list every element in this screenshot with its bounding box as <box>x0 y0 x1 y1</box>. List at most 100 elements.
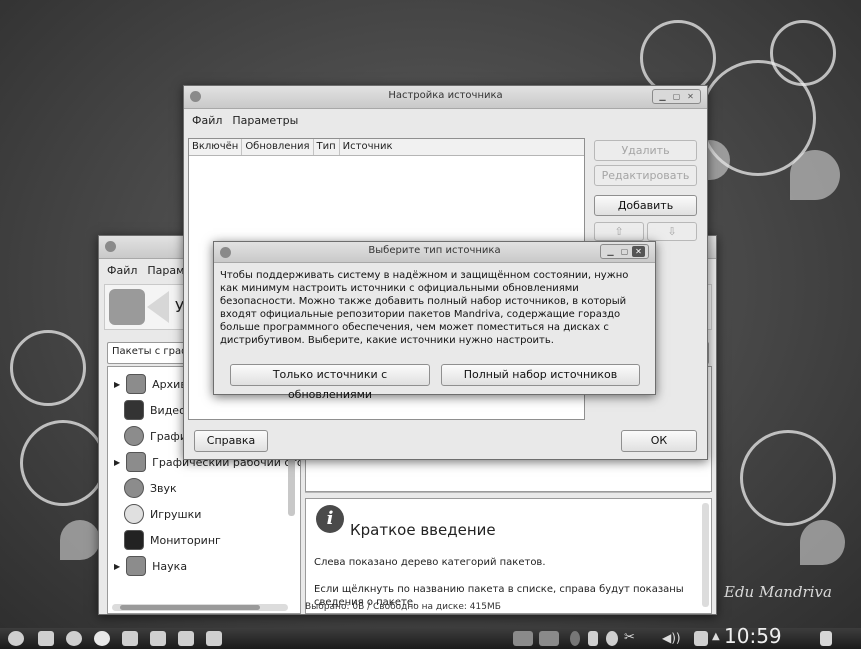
status-bar: Выбрано: 0Б / Свободно на диске: 415МБ <box>305 602 501 612</box>
info-tray-icon[interactable] <box>606 631 618 646</box>
source-config-title: Настройка источника <box>388 90 503 101</box>
floral-ornament <box>60 520 100 560</box>
delete-button[interactable]: Удалить <box>594 140 697 161</box>
tree-item-science[interactable]: ▶ Наука <box>114 553 187 579</box>
tree-horizontal-scrollbar[interactable] <box>112 604 288 611</box>
menu-params[interactable]: Параметры <box>232 114 298 127</box>
file-manager-icon[interactable] <box>38 631 54 646</box>
clock[interactable]: 10:59 <box>724 624 782 648</box>
minimize-icon[interactable]: ▁ <box>604 246 617 257</box>
package-icon[interactable] <box>206 631 222 646</box>
tray-arrow-icon[interactable]: ▲ <box>712 631 720 642</box>
dialog-title: Выберите тип источника <box>368 245 501 256</box>
add-button[interactable]: Добавить <box>594 195 697 216</box>
source-list-header: Включён Обновления Тип Источник <box>189 139 584 156</box>
expander-icon[interactable]: ▶ <box>114 380 120 389</box>
intro-line-1: Слева показано дерево категорий пакетов. <box>314 557 546 568</box>
info-vertical-scrollbar[interactable] <box>702 503 709 607</box>
chat-icon[interactable] <box>94 631 110 646</box>
move-up-button[interactable]: ⇧ <box>594 222 644 241</box>
media-player-icon[interactable] <box>150 631 166 646</box>
browser-icon[interactable] <box>66 631 82 646</box>
full-set-button[interactable]: Полный набор источников <box>441 364 640 386</box>
info-panel: i Краткое введение Слева показано дерево… <box>305 498 712 614</box>
palette-icon <box>124 426 144 446</box>
floral-ornament <box>800 520 845 565</box>
network-icon[interactable] <box>694 631 708 646</box>
floral-ornament <box>10 330 86 406</box>
column-source[interactable]: Источник <box>340 139 584 155</box>
speaker-icon <box>124 478 144 498</box>
menu-file[interactable]: Файл <box>107 264 137 277</box>
back-arrow-icon[interactable] <box>147 291 169 323</box>
expander-icon[interactable]: ▶ <box>114 458 120 467</box>
tree-item-sound[interactable]: Звук <box>124 475 177 501</box>
desktop-graphics-icon <box>126 452 147 472</box>
ok-button[interactable]: ОК <box>621 430 697 452</box>
start-menu-icon[interactable] <box>8 631 24 646</box>
tree-item-label: Звук <box>150 481 177 495</box>
tree-item-archive[interactable]: ▶ Архив <box>114 371 187 397</box>
expander-icon[interactable]: ▶ <box>114 562 120 571</box>
maximize-icon[interactable]: ▢ <box>670 91 683 102</box>
tree-item-label: Архив <box>152 377 187 391</box>
help-button[interactable]: Справка <box>194 430 268 452</box>
maximize-icon[interactable]: ▢ <box>618 246 631 257</box>
updates-only-button[interactable]: Только источники с обновлениями <box>230 364 430 401</box>
tree-item-toys[interactable]: Игрушки <box>124 501 201 527</box>
source-config-menubar: Файл Параметры <box>184 109 707 131</box>
floral-ornament <box>740 430 836 526</box>
tree-vertical-scrollbar[interactable] <box>288 456 295 516</box>
tree-item-label: Видео <box>150 403 186 417</box>
task-window-icon[interactable] <box>513 631 533 646</box>
tree-item-label: Игрушки <box>150 507 202 521</box>
pane-splitter[interactable] <box>305 492 710 497</box>
scrollbar-thumb[interactable] <box>120 605 260 610</box>
film-icon <box>124 400 144 420</box>
task-window-icon[interactable] <box>539 631 559 646</box>
scissors-icon[interactable]: ✂ <box>624 630 635 645</box>
science-icon <box>126 556 147 576</box>
close-icon[interactable]: ✕ <box>632 246 645 257</box>
taskbar: ✂ ◀)) ▲ 10:59 <box>0 624 861 649</box>
move-down-button[interactable]: ⇩ <box>647 222 697 241</box>
menu-file[interactable]: Файл <box>192 114 222 127</box>
smiley-icon <box>124 504 144 524</box>
hardware-icon[interactable] <box>588 631 598 646</box>
floral-ornament <box>790 150 840 200</box>
monitor-icon <box>124 530 144 550</box>
tree-item-label: Наука <box>152 559 188 573</box>
menu-params[interactable]: Парам <box>147 264 184 277</box>
window-controls: ▁ ▢ ✕ <box>600 244 649 259</box>
package-manager-icon <box>109 289 145 325</box>
column-type[interactable]: Тип <box>314 139 340 155</box>
screenshot-icon[interactable] <box>178 631 194 646</box>
floral-ornament <box>770 20 836 86</box>
dialog-titlebar: Выберите тип источника ▁ ▢ ✕ <box>214 242 655 263</box>
trash-icon[interactable] <box>820 631 832 646</box>
close-icon[interactable]: ✕ <box>684 91 697 102</box>
tree-item-monitoring[interactable]: Мониторинг <box>124 527 221 553</box>
edit-button[interactable]: Редактировать <box>594 165 697 186</box>
minimize-icon[interactable]: ▁ <box>656 91 669 102</box>
app-icon <box>105 241 116 252</box>
tree-item-label: Мониторинг <box>150 533 221 547</box>
source-config-titlebar: Настройка источника ▁ ▢ ✕ <box>184 86 707 109</box>
info-icon: i <box>316 505 344 533</box>
floral-ornament <box>20 420 106 506</box>
filter-combo-value: Пакеты с граф <box>112 346 190 357</box>
tree-item-label: Графи <box>150 429 187 443</box>
tree-item-video[interactable]: Видео <box>124 397 186 423</box>
arrow-up-icon: ⇧ <box>614 225 624 238</box>
notification-icon[interactable] <box>570 631 580 646</box>
source-type-dialog: Выберите тип источника ▁ ▢ ✕ Чтобы подде… <box>213 241 656 401</box>
column-enabled[interactable]: Включён <box>189 139 243 155</box>
volume-icon[interactable]: ◀)) <box>662 631 681 645</box>
dialog-message: Чтобы поддерживать систему в надёжном и … <box>220 270 629 346</box>
window-controls: ▁ ▢ ✕ <box>652 89 701 104</box>
column-updates[interactable]: Обновления <box>242 139 314 155</box>
intro-title: Краткое введение <box>350 521 496 539</box>
mail-icon[interactable] <box>122 631 138 646</box>
desktop-brand-text: Edu Mandriva <box>724 583 832 601</box>
tree-item-graphics[interactable]: Графи <box>124 423 187 449</box>
